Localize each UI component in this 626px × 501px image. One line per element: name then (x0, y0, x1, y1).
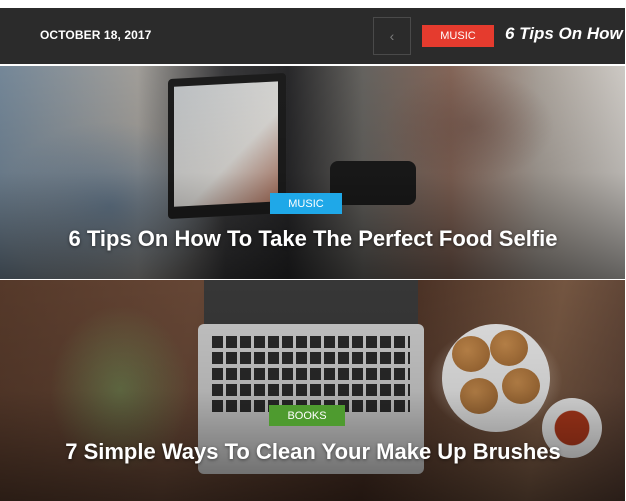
news-ticker-bar: OCTOBER 18, 2017 ‹ MUSIC 6 Tips On How (0, 8, 626, 64)
ticker-prev-button[interactable]: ‹ (373, 17, 411, 55)
post-slider-widget: OCTOBER 18, 2017 ‹ MUSIC 6 Tips On How M… (0, 0, 626, 501)
post-card[interactable]: BOOKS 7 Simple Ways To Clean Your Make U… (0, 280, 626, 501)
post-card[interactable]: MUSIC 6 Tips On How To Take The Perfect … (0, 66, 626, 279)
chevron-left-icon: ‹ (389, 28, 395, 44)
post-title[interactable]: 6 Tips On How To Take The Perfect Food S… (0, 226, 626, 252)
ticker-category-badge[interactable]: MUSIC (422, 25, 494, 47)
post-category-badge[interactable]: BOOKS (269, 405, 345, 426)
post-title[interactable]: 7 Simple Ways To Clean Your Make Up Brus… (0, 439, 626, 465)
ticker-post-title[interactable]: 6 Tips On How (505, 24, 623, 44)
top-spacer (0, 0, 626, 8)
current-date: OCTOBER 18, 2017 (40, 28, 152, 42)
image-overlay (0, 280, 626, 501)
post-category-badge[interactable]: MUSIC (270, 193, 342, 214)
